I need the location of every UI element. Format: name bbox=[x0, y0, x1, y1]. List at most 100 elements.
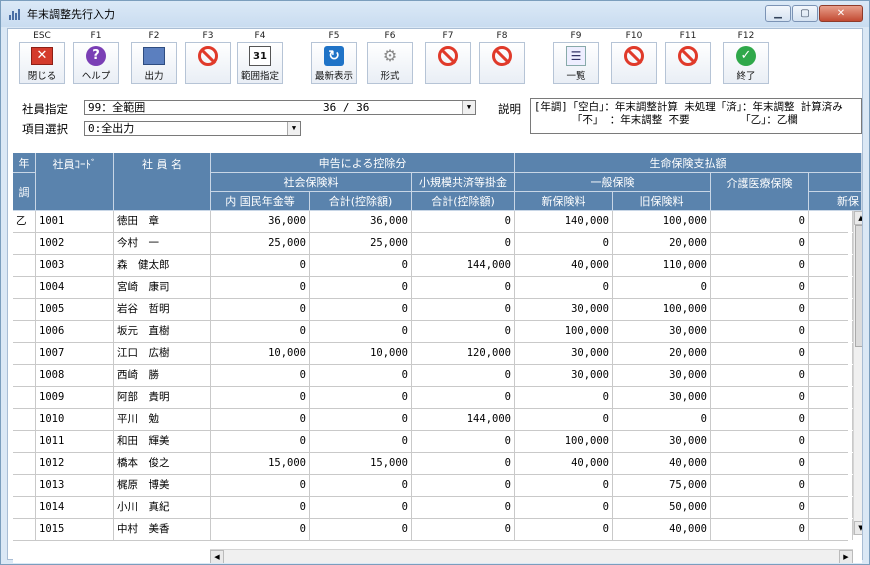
cell-shokibo[interactable]: 0 bbox=[412, 519, 515, 540]
cell-name[interactable]: 小川 真紀 bbox=[114, 497, 211, 518]
cell-nenkin[interactable]: 36,000 bbox=[211, 211, 310, 232]
table-row[interactable]: 1014 小川 真紀 0 0 0 0 50,000 0 bbox=[13, 497, 853, 519]
cell-name[interactable]: 今村 一 bbox=[114, 233, 211, 254]
cell-kyu[interactable]: 100,000 bbox=[613, 211, 711, 232]
cell-kaigo[interactable]: 0 bbox=[711, 365, 809, 386]
vertical-scrollbar[interactable]: ▲ ▼ bbox=[853, 211, 862, 535]
cell-shin[interactable]: 0 bbox=[515, 409, 613, 430]
cell-name[interactable]: 岩谷 哲明 bbox=[114, 299, 211, 320]
cell-kyu[interactable]: 20,000 bbox=[613, 343, 711, 364]
cell-kyu[interactable]: 40,000 bbox=[613, 453, 711, 474]
cell-extra[interactable] bbox=[809, 211, 853, 232]
cell-code[interactable]: 1001 bbox=[36, 211, 114, 232]
table-row[interactable]: 1008 西崎 勝 0 0 0 30,000 30,000 0 bbox=[13, 365, 853, 387]
employee-select[interactable]: 99：全範囲 36 / 36 ▼ bbox=[84, 100, 476, 115]
cell-kaigo[interactable]: 0 bbox=[711, 255, 809, 276]
cell-shin[interactable]: 30,000 bbox=[515, 343, 613, 364]
vertical-scroll-thumb[interactable] bbox=[855, 225, 862, 347]
fkey-f5-button[interactable]: ↻ 最新表示 bbox=[311, 42, 357, 84]
fkey-f11-button[interactable] bbox=[665, 42, 711, 84]
cell-shokibo[interactable]: 0 bbox=[412, 497, 515, 518]
cell-shakai[interactable]: 0 bbox=[310, 277, 412, 298]
cell-extra[interactable] bbox=[809, 387, 853, 408]
cell-shakai[interactable]: 15,000 bbox=[310, 453, 412, 474]
cell-extra[interactable] bbox=[809, 321, 853, 342]
cell-extra[interactable] bbox=[809, 475, 853, 496]
cell-kyu[interactable]: 30,000 bbox=[613, 365, 711, 386]
cell-nenkin[interactable]: 0 bbox=[211, 519, 310, 540]
cell-nenkin[interactable]: 10,000 bbox=[211, 343, 310, 364]
chevron-down-icon[interactable]: ▼ bbox=[462, 101, 475, 114]
cell-nenkin[interactable]: 0 bbox=[211, 387, 310, 408]
cell-kyu[interactable]: 100,000 bbox=[613, 299, 711, 320]
cell-kyu[interactable]: 0 bbox=[613, 409, 711, 430]
table-row[interactable]: 1013 梶原 博美 0 0 0 0 75,000 0 bbox=[13, 475, 853, 497]
scroll-left-icon[interactable]: ◀ bbox=[210, 550, 224, 563]
cell-kyu[interactable]: 110,000 bbox=[613, 255, 711, 276]
cell-nenkin[interactable]: 0 bbox=[211, 321, 310, 342]
cell-nen[interactable]: 乙 bbox=[13, 211, 36, 232]
chevron-down-icon[interactable]: ▼ bbox=[287, 122, 300, 135]
cell-code[interactable]: 1003 bbox=[36, 255, 114, 276]
fkey-f3-button[interactable] bbox=[185, 42, 231, 84]
cell-nenkin[interactable]: 0 bbox=[211, 299, 310, 320]
cell-kaigo[interactable]: 0 bbox=[711, 277, 809, 298]
cell-shin[interactable]: 140,000 bbox=[515, 211, 613, 232]
cell-shokibo[interactable]: 0 bbox=[412, 365, 515, 386]
cell-code[interactable]: 1007 bbox=[36, 343, 114, 364]
cell-shakai[interactable]: 36,000 bbox=[310, 211, 412, 232]
cell-nenkin[interactable]: 0 bbox=[211, 475, 310, 496]
cell-code[interactable]: 1002 bbox=[36, 233, 114, 254]
cell-extra[interactable] bbox=[809, 497, 853, 518]
cell-nenkin[interactable]: 15,000 bbox=[211, 453, 310, 474]
cell-name[interactable]: 江口 広樹 bbox=[114, 343, 211, 364]
cell-shokibo[interactable]: 0 bbox=[412, 453, 515, 474]
cell-kyu[interactable]: 30,000 bbox=[613, 431, 711, 452]
cell-nenkin[interactable]: 0 bbox=[211, 277, 310, 298]
cell-name[interactable]: 中村 美香 bbox=[114, 519, 211, 540]
cell-nenkin[interactable]: 0 bbox=[211, 409, 310, 430]
cell-shakai[interactable]: 0 bbox=[310, 497, 412, 518]
cell-shin[interactable]: 30,000 bbox=[515, 299, 613, 320]
cell-shin[interactable]: 100,000 bbox=[515, 431, 613, 452]
cell-nenkin[interactable]: 0 bbox=[211, 255, 310, 276]
cell-shakai[interactable]: 25,000 bbox=[310, 233, 412, 254]
cell-kaigo[interactable]: 0 bbox=[711, 233, 809, 254]
fkey-f8-button[interactable] bbox=[479, 42, 525, 84]
cell-kaigo[interactable]: 0 bbox=[711, 475, 809, 496]
cell-code[interactable]: 1011 bbox=[36, 431, 114, 452]
cell-kyu[interactable]: 40,000 bbox=[613, 519, 711, 540]
table-row[interactable]: 1003 森 健太郎 0 0 144,000 40,000 110,000 0 bbox=[13, 255, 853, 277]
cell-name[interactable]: 森 健太郎 bbox=[114, 255, 211, 276]
cell-nen[interactable] bbox=[13, 299, 36, 320]
cell-extra[interactable] bbox=[809, 409, 853, 430]
cell-shin[interactable]: 0 bbox=[515, 233, 613, 254]
fkey-esc-button[interactable]: ✕ 閉じる bbox=[19, 42, 65, 84]
cell-name[interactable]: 宮崎 康司 bbox=[114, 277, 211, 298]
cell-shin[interactable]: 30,000 bbox=[515, 365, 613, 386]
cell-code[interactable]: 1014 bbox=[36, 497, 114, 518]
cell-shokibo[interactable]: 0 bbox=[412, 277, 515, 298]
cell-kaigo[interactable]: 0 bbox=[711, 387, 809, 408]
cell-nen[interactable] bbox=[13, 321, 36, 342]
cell-nen[interactable] bbox=[13, 519, 36, 540]
table-row[interactable]: 乙 1001 徳田 章 36,000 36,000 0 140,000 100,000 0 bbox=[13, 211, 853, 233]
cell-nen[interactable] bbox=[13, 409, 36, 430]
cell-extra[interactable] bbox=[809, 255, 853, 276]
table-row[interactable]: 1010 平川 勉 0 0 144,000 0 0 0 bbox=[13, 409, 853, 431]
fkey-f2-button[interactable]: 出力 bbox=[131, 42, 177, 84]
cell-nen[interactable] bbox=[13, 453, 36, 474]
fkey-f7-button[interactable] bbox=[425, 42, 471, 84]
cell-kyu[interactable]: 75,000 bbox=[613, 475, 711, 496]
close-window-button[interactable]: ✕ bbox=[819, 5, 863, 22]
cell-shin[interactable]: 0 bbox=[515, 497, 613, 518]
cell-shin[interactable]: 100,000 bbox=[515, 321, 613, 342]
cell-shokibo[interactable]: 0 bbox=[412, 211, 515, 232]
horizontal-scrollbar[interactable]: ◀ ▶ bbox=[210, 549, 853, 563]
cell-shakai[interactable]: 0 bbox=[310, 387, 412, 408]
cell-kaigo[interactable]: 0 bbox=[711, 321, 809, 342]
scroll-right-icon[interactable]: ▶ bbox=[839, 550, 853, 563]
cell-extra[interactable] bbox=[809, 431, 853, 452]
cell-code[interactable]: 1013 bbox=[36, 475, 114, 496]
cell-shokibo[interactable]: 144,000 bbox=[412, 255, 515, 276]
